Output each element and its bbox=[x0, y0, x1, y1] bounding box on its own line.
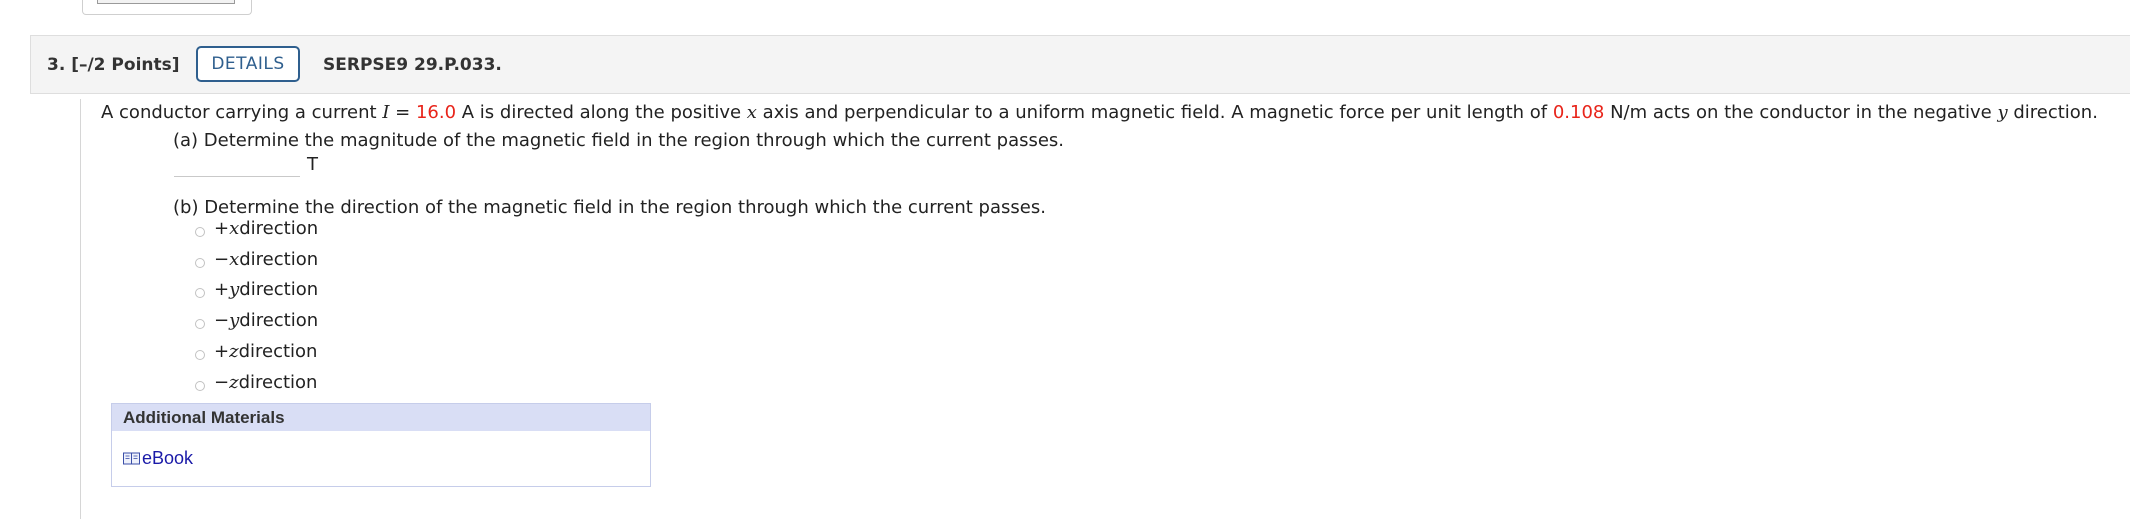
part-a-label: (a) Determine the magnitude of the magne… bbox=[173, 130, 1065, 151]
question-number: 3. [–/2 Points] bbox=[47, 55, 180, 75]
additional-materials-panel: Additional Materials eBook bbox=[111, 403, 651, 487]
option-axis: y bbox=[229, 278, 240, 300]
current-value: 16.0 bbox=[415, 102, 457, 123]
direction-option-plus-z[interactable]: + z direction bbox=[195, 339, 317, 363]
option-text: direction bbox=[239, 217, 319, 239]
direction-option-plus-y[interactable]: + y direction bbox=[195, 277, 318, 301]
problem-text-5: N/m acts on the conductor in the negativ… bbox=[1604, 102, 1998, 123]
direction-option-plus-x[interactable]: + x direction bbox=[195, 216, 318, 240]
option-text: direction bbox=[238, 340, 318, 362]
variable-y: y bbox=[1997, 102, 2008, 123]
magnitude-unit: T bbox=[307, 154, 318, 175]
part-b-label: (b) Determine the direction of the magne… bbox=[173, 197, 1046, 218]
radio-button[interactable] bbox=[195, 381, 205, 391]
radio-button[interactable] bbox=[195, 288, 205, 298]
magnitude-answer-input[interactable] bbox=[174, 152, 300, 177]
option-text: direction bbox=[238, 371, 318, 393]
problem-text-3: A is directed along the positive bbox=[456, 102, 747, 123]
question-code: SERPSE9 29.P.033. bbox=[323, 55, 502, 75]
question-left-rule bbox=[80, 99, 81, 519]
direction-option-minus-z[interactable]: − z direction bbox=[195, 370, 317, 394]
force-value: 0.108 bbox=[1552, 102, 1605, 123]
option-text: direction bbox=[239, 309, 319, 331]
option-axis: z bbox=[229, 371, 239, 393]
direction-option-minus-y[interactable]: − y direction bbox=[195, 308, 318, 332]
radio-button[interactable] bbox=[195, 319, 205, 329]
option-sign: − bbox=[214, 248, 230, 270]
option-text: direction bbox=[239, 248, 319, 270]
previous-answer-field bbox=[97, 0, 235, 4]
option-sign: + bbox=[214, 217, 230, 239]
option-axis: y bbox=[229, 309, 240, 331]
option-text: direction bbox=[239, 278, 319, 300]
problem-text-1: A conductor carrying a current bbox=[101, 102, 383, 123]
question-header: 3. [–/2 Points] DETAILS SERPSE9 29.P.033… bbox=[30, 35, 2130, 94]
problem-text-4: axis and perpendicular to a uniform magn… bbox=[756, 102, 1553, 123]
option-sign: − bbox=[214, 309, 230, 331]
problem-text-6: direction. bbox=[2007, 102, 2098, 123]
book-icon bbox=[123, 452, 140, 465]
option-sign: + bbox=[214, 340, 230, 362]
option-sign: + bbox=[214, 278, 230, 300]
details-button[interactable]: DETAILS bbox=[196, 46, 300, 82]
ebook-link[interactable]: eBook bbox=[123, 448, 193, 469]
problem-text-2: = bbox=[389, 102, 416, 123]
option-sign: − bbox=[214, 371, 230, 393]
option-axis: x bbox=[229, 217, 240, 239]
option-axis: z bbox=[229, 340, 239, 362]
previous-answer-box bbox=[82, 0, 252, 15]
problem-statement: A conductor carrying a current I = 16.0 … bbox=[101, 102, 2098, 123]
direction-option-minus-x[interactable]: − x direction bbox=[195, 247, 318, 271]
ebook-label: eBook bbox=[142, 448, 194, 468]
radio-button[interactable] bbox=[195, 258, 205, 268]
option-axis: x bbox=[229, 248, 240, 270]
variable-x: x bbox=[746, 102, 757, 123]
additional-materials-title: Additional Materials bbox=[112, 404, 650, 431]
radio-button[interactable] bbox=[195, 227, 205, 237]
radio-button[interactable] bbox=[195, 350, 205, 360]
